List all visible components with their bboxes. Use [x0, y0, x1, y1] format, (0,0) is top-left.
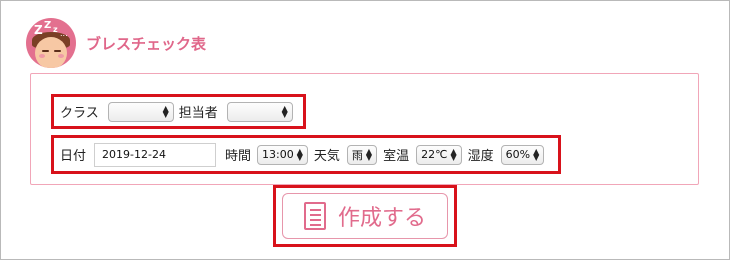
- time-label: 時間: [225, 149, 252, 164]
- class-label: クラス: [60, 106, 99, 121]
- room-temp-label: 室温: [383, 149, 410, 164]
- select-arrows-icon: ▲ ▼: [296, 146, 303, 162]
- details-row: 日付 2019-12-24 時間 13:00 ▲ ▼ 天気 雨 ▲ ▼ 室温 22℃…: [51, 135, 561, 174]
- create-button-label: 作成する: [337, 206, 426, 231]
- staff-select[interactable]: ▲ ▼: [226, 101, 293, 122]
- select-arrows-icon: ▲ ▼: [281, 103, 288, 119]
- room-temp-select[interactable]: 22℃ ▲ ▼: [416, 144, 462, 165]
- weather-select[interactable]: 雨 ▲ ▼: [346, 144, 378, 165]
- sleeping-child-icon: Z Zz...: [26, 18, 76, 68]
- select-arrows-icon: ▲ ▼: [365, 146, 373, 162]
- staff-label: 担当者: [178, 106, 218, 121]
- select-arrows-icon: ▲ ▼: [450, 146, 457, 162]
- document-list-icon: [303, 202, 326, 230]
- humidity-label: 湿度: [467, 149, 494, 164]
- page-title: ブレスチェック表: [86, 34, 207, 53]
- select-arrows-icon: ▲ ▼: [162, 103, 169, 119]
- app-header: Z Zz... ブレスチェック表: [26, 18, 206, 68]
- date-label: 日付: [60, 149, 87, 164]
- date-input[interactable]: 2019-12-24: [94, 142, 217, 167]
- select-arrows-icon: ▲ ▼: [533, 146, 540, 162]
- time-select[interactable]: 13:00 ▲ ▼: [257, 144, 308, 165]
- humidity-select[interactable]: 60% ▲ ▼: [500, 144, 545, 165]
- class-staff-row: クラス ▲ ▼ 担当者 ▲ ▼: [51, 94, 306, 129]
- create-button[interactable]: 作成する: [282, 193, 448, 239]
- class-select[interactable]: ▲ ▼: [107, 101, 174, 122]
- weather-label: 天気: [313, 149, 340, 164]
